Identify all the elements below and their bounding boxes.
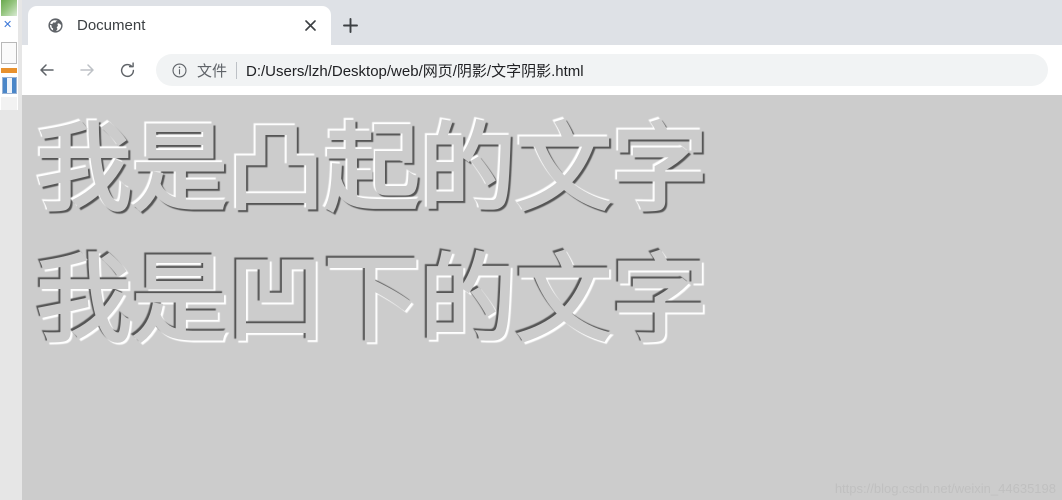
page-content: 我是凸起的文字 我是凹下的文字 https://blog.csdn.net/we…	[22, 95, 1062, 500]
desktop-icon-file	[1, 97, 17, 110]
address-bar-separator	[236, 61, 238, 79]
plus-icon	[342, 17, 358, 33]
desktop-icon-column	[0, 0, 18, 110]
desktop-icon-app	[1, 76, 17, 94]
tab-document[interactable]: Document	[28, 6, 331, 45]
back-button[interactable]	[30, 53, 64, 87]
forward-button[interactable]	[70, 53, 104, 87]
sunken-text-heading: 我是凹下的文字	[36, 244, 708, 357]
desktop-background-strip	[0, 0, 22, 500]
reload-button[interactable]	[110, 53, 144, 87]
reload-icon	[120, 61, 134, 77]
arrow-left-icon	[40, 64, 54, 76]
desktop-icon-chart	[1, 18, 17, 38]
close-icon[interactable]	[297, 13, 323, 39]
arrow-right-icon	[80, 64, 94, 76]
address-bar-url[interactable]: D:/Users/lzh/Desktop/web/网页/阴影/文字阴影.html	[246, 60, 1034, 81]
address-bar-scheme-label: 文件	[197, 62, 228, 80]
desktop-icon-document	[1, 42, 17, 64]
desktop-icon-image	[1, 0, 17, 16]
browser-toolbar: 文件 D:/Users/lzh/Desktop/web/网页/阴影/文字阴影.h…	[22, 45, 1062, 95]
browser-window: Document 文件 D:/Users/lzh/Desktop/web/网页/…	[22, 0, 1062, 500]
globe-icon	[46, 17, 64, 35]
raised-text-heading: 我是凸起的文字	[36, 113, 708, 225]
info-circle-icon[interactable]	[170, 61, 188, 79]
new-tab-button[interactable]	[335, 10, 365, 40]
desktop-icon-bar	[1, 68, 17, 73]
tab-strip: Document	[22, 0, 1062, 45]
tab-title: Document	[77, 17, 146, 34]
watermark-text: https://blog.csdn.net/weixin_44635198	[834, 481, 1056, 496]
address-bar[interactable]: 文件 D:/Users/lzh/Desktop/web/网页/阴影/文字阴影.h…	[156, 54, 1048, 86]
